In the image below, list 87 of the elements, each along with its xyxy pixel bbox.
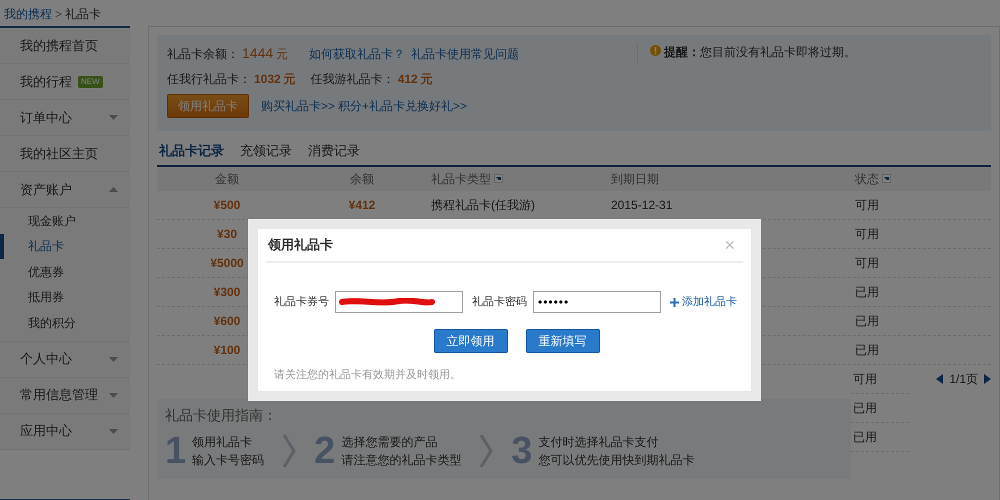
sidebar-item[interactable]: 个人中心	[0, 342, 130, 378]
caret-down-icon[interactable]	[109, 356, 118, 362]
dialog-note: 请关注您的礼品卡有效期并及时领用。	[273, 368, 462, 383]
sidebar-subitem[interactable]: 优惠券	[0, 259, 130, 284]
table-cell: 已用	[855, 284, 879, 298]
sidebar-subitem[interactable]: 抵用券	[0, 284, 130, 310]
currency-unit: 元	[276, 46, 288, 62]
table-cell: ¥600	[214, 314, 240, 328]
sidebar-subitem[interactable]: 现金账户	[0, 208, 130, 234]
column-header[interactable]: 礼品卡类型	[431, 170, 491, 188]
sidebar-subitem[interactable]: 礼品卡	[0, 234, 130, 259]
claim-button[interactable]: 领用礼品卡	[167, 94, 249, 118]
balance-amount: 412	[398, 71, 418, 88]
table-cell: 已用	[855, 342, 879, 356]
page-indicator: 1/1页	[949, 371, 978, 388]
promo-link[interactable]: 积分+礼品卡兑换好礼>>	[338, 97, 468, 115]
sidebar-item[interactable]: 应用中心	[0, 414, 130, 450]
tab[interactable]: 礼品卡记录	[157, 139, 226, 164]
sidebar-item[interactable]: 我的行程 NEW	[0, 64, 130, 100]
balance-label: 礼品卡余额：	[167, 46, 239, 62]
next-page-icon[interactable]	[984, 374, 991, 384]
column-header[interactable]: 状态	[855, 170, 879, 188]
balance-amount: 1032	[254, 71, 281, 88]
warning-icon	[650, 45, 661, 56]
table-cell: ¥100	[214, 342, 240, 356]
step-text: 输入卡号密码	[192, 452, 264, 468]
chevron-icon	[282, 434, 296, 468]
new-badge: NEW	[78, 76, 103, 88]
sort-dropdown-icon[interactable]	[494, 174, 503, 183]
table-cell: 可用	[855, 256, 879, 270]
help-link[interactable]: 如何获取礼品卡？	[309, 44, 406, 62]
caret-down-icon[interactable]	[109, 428, 118, 434]
balance-amount: 1444	[242, 44, 274, 63]
step-text: 支付时选择礼品卡支付	[538, 434, 660, 450]
table-cell: 2015-12-31	[611, 198, 672, 212]
breadcrumb-separator: >	[55, 7, 62, 21]
step-text: 领用礼品卡	[192, 434, 254, 450]
currency-unit: 元	[420, 71, 433, 88]
sort-dropdown-icon[interactable]	[882, 174, 891, 183]
currency-unit: 元	[284, 71, 296, 88]
table-cell: ¥30	[216, 226, 238, 240]
promo-link[interactable]: 购买礼品卡>>	[261, 97, 336, 115]
breadcrumb-link[interactable]: 我的携程	[4, 7, 52, 21]
password-field[interactable]: ••••••	[533, 291, 661, 313]
column-header[interactable]: 余额	[350, 170, 374, 188]
table-cell: ¥300	[214, 284, 240, 298]
step-text: 您可以优先使用快到期礼品卡	[538, 452, 694, 468]
table-cell-text: 可用	[853, 370, 877, 388]
table-cell: 已用	[855, 314, 879, 328]
add-gift-card-link[interactable]: 添加礼品卡	[670, 294, 737, 310]
sidebar-item[interactable]: 常用信息管理	[0, 378, 130, 414]
action-button[interactable]: 重新填写	[526, 329, 600, 353]
sidebar-subitem[interactable]: 我的积分	[0, 310, 130, 336]
action-button[interactable]: 立即领用	[434, 329, 508, 353]
table-cell-text: 已用	[853, 428, 877, 446]
breadcrumb-current: 礼品卡	[65, 7, 102, 21]
balance-label: 任我行礼品卡：	[167, 71, 251, 88]
table-cell: ¥5000	[210, 256, 244, 270]
balance-label: 任我游礼品卡：	[310, 71, 395, 88]
table-cell: ¥500	[214, 198, 240, 212]
column-header[interactable]: 到期日期	[611, 170, 659, 188]
tab[interactable]: 消费记录	[306, 139, 362, 164]
table-cell-text: 已用	[853, 400, 877, 416]
table-cell: ¥412	[348, 198, 376, 212]
table-cell: 可用	[855, 198, 879, 212]
dialog-title: 领用礼品卡	[268, 236, 333, 254]
table-cell: 可用	[855, 226, 879, 240]
chevron-icon	[479, 434, 494, 468]
step-text: 选择您需要的产品	[341, 434, 438, 450]
reminder-text: 提醒：您目前没有礼品卡即将过期。	[664, 44, 856, 61]
sidebar-item[interactable]: 我的社区主页	[0, 136, 130, 172]
caret-down-icon[interactable]	[109, 115, 118, 120]
caret-up-icon[interactable]	[109, 187, 118, 192]
guide-title: 礼品卡使用指南：	[165, 406, 278, 424]
table-cell: 携程礼品卡(任我游)	[431, 198, 535, 212]
caret-down-icon[interactable]	[109, 392, 118, 398]
sidebar-item[interactable]: 订单中心	[0, 100, 130, 136]
plus-icon	[670, 298, 679, 306]
help-link[interactable]: 礼品卡使用常见问题	[411, 44, 520, 62]
previous-page-icon[interactable]	[936, 374, 944, 384]
sidebar-item[interactable]: 我的携程首页	[0, 28, 130, 64]
tab[interactable]: 充领记录	[238, 139, 294, 164]
sidebar-item[interactable]: 资产账户	[0, 172, 130, 208]
field-label: 礼品卡密码	[472, 294, 527, 310]
step-text: 请注意您的礼品卡类型	[341, 452, 462, 468]
column-header[interactable]: 金额	[215, 170, 239, 188]
field-label: 礼品卡券号	[274, 294, 329, 310]
